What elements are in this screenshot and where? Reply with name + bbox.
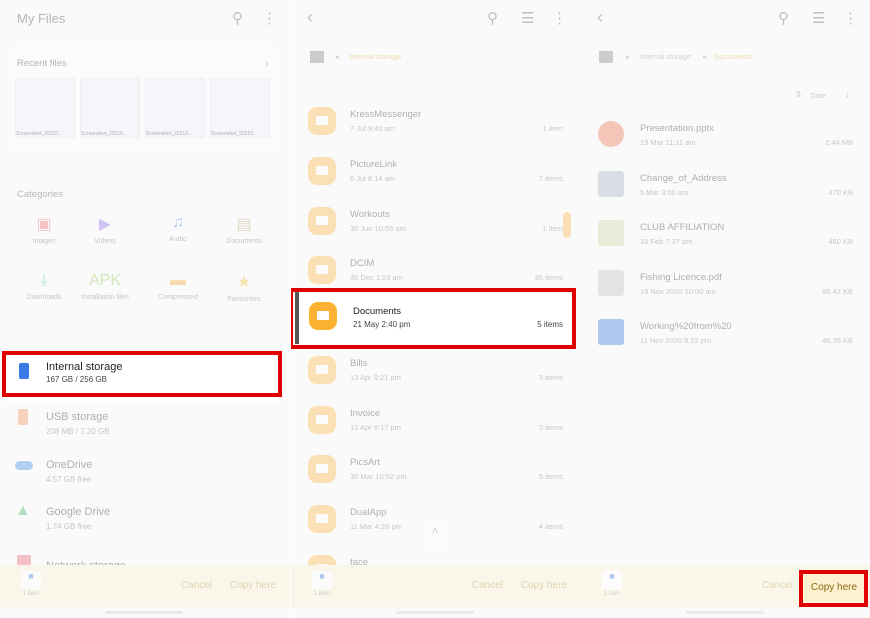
copy-here-button[interactable]: Copy here [230, 580, 276, 591]
folder-icon [308, 356, 336, 384]
breadcrumb-internal-storage[interactable]: Internal storage [639, 52, 691, 61]
folder-row[interactable]: KressMessenger 7 Jul 9:40 am 1 item [291, 101, 581, 151]
file-thumbnail-icon [598, 319, 624, 345]
more-icon[interactable]: ⋮ [552, 9, 567, 27]
recent-thumb[interactable]: Screenshot_20210... [15, 78, 75, 138]
internal-storage-panel: ‹ ⚲ ☰ ⋮ ▸ Internal storage KressMessenge… [291, 0, 581, 618]
folder-icon [308, 455, 336, 483]
my-files-panel: My Files ⚲ ⋮ Recent files › Screenshot_2… [0, 0, 290, 618]
list-view-icon[interactable]: ☰ [812, 9, 825, 27]
storage-usb[interactable]: USB storage 208 MB / 7.20 GB [0, 403, 290, 451]
documents-panel: ‹ ⚲ ☰ ⋮ ▸ Internal storage ▸ Documents ⇅… [581, 0, 870, 618]
list-view-icon[interactable]: ☰ [521, 9, 534, 27]
recent-thumb[interactable]: Screenshot_20210... [80, 78, 140, 138]
file-icon: ■ [602, 571, 622, 589]
folder-row[interactable]: PicsArt 30 Mar 10:52 pm 5 items [291, 449, 581, 499]
document-icon: ▤ [236, 216, 252, 233]
more-icon[interactable]: ⋮ [262, 9, 277, 27]
storage-google-drive[interactable]: ▲ Google Drive 1.74 GB free [0, 498, 290, 546]
category-item[interactable]: ♫ Audio [148, 214, 208, 243]
highlight-box [799, 570, 868, 607]
cancel-button[interactable]: Cancel [181, 580, 212, 591]
sort-by-date[interactable]: Date [810, 91, 826, 100]
more-icon[interactable]: ⋮ [843, 9, 858, 27]
search-icon[interactable]: ⚲ [487, 9, 498, 27]
back-icon[interactable]: ‹ [307, 7, 313, 28]
categories-label: Categories [17, 189, 63, 200]
category-item[interactable]: ▬ Compressed [148, 272, 208, 301]
file-row[interactable]: Change_of_Address 5 Mar 3:00 am 470 KB [581, 165, 870, 215]
chevron-right-icon[interactable]: › [265, 56, 269, 70]
file-thumbnail-icon [598, 220, 624, 246]
folder-icon [308, 256, 336, 284]
folder-row[interactable]: PictureLink 6 Jul 8:14 am 7 items [291, 151, 581, 201]
recent-files-label: Recent files [17, 58, 67, 69]
file-row[interactable]: Fishing Licence.pdf 19 Nov 2020 10:00 am 6… [581, 264, 870, 314]
folder-row[interactable]: Bills 13 Apr 9:21 pm 3 items [291, 350, 581, 400]
bottom-bar: ■ 1 item Cancel Copy here [0, 565, 290, 607]
scroll-top-button[interactable]: ˄ [423, 524, 447, 548]
category-item[interactable]: ▶ Videos [75, 214, 135, 245]
sort-direction-icon[interactable]: ↓ [845, 89, 850, 100]
file-row[interactable]: CLUB AFFILIATION 18 Feb 7:37 pm 460 KB [581, 214, 870, 264]
home-icon[interactable] [310, 51, 324, 63]
apk-icon: APK [88, 272, 121, 289]
breadcrumb-documents[interactable]: Documents [714, 52, 752, 61]
image-icon: ▣ [36, 216, 52, 233]
download-icon: ⤓ [40, 272, 48, 289]
cancel-button[interactable]: Cancel [762, 580, 793, 591]
category-item[interactable]: ⤓ Downloads [14, 272, 74, 301]
network-icon [17, 555, 31, 565]
home-icon[interactable] [599, 51, 613, 63]
folder-icon [308, 207, 336, 235]
file-row[interactable]: Presentation.pptx 19 Mar 11:11 am 2.44 MB [581, 115, 870, 165]
search-icon[interactable]: ⚲ [778, 9, 789, 27]
cloud-icon [15, 461, 33, 470]
compressed-icon: ▬ [170, 272, 186, 289]
folder-row[interactable]: Workouts 30 Jun 10:55 am 1 item [291, 201, 581, 251]
file-icon: ■ [312, 571, 332, 589]
home-indicator [105, 611, 183, 614]
sort-icon[interactable]: ⇅ [795, 90, 802, 99]
home-indicator [686, 611, 764, 614]
usb-icon [18, 409, 28, 425]
breadcrumb-internal-storage[interactable]: Internal storage [349, 52, 401, 61]
folder-icon [308, 157, 336, 185]
audio-icon: ♫ [172, 214, 184, 231]
scrollbar[interactable] [563, 212, 571, 238]
storage-onedrive[interactable]: OneDrive 4.57 GB free [0, 451, 290, 499]
recent-thumb[interactable]: Screenshot_20210... [210, 78, 270, 138]
file-row[interactable]: Working%20from%20 11 Nov 2020 9:22 pm 46.3… [581, 313, 870, 363]
recent-files-card[interactable]: Recent files › Screenshot_20210... Scree… [10, 46, 275, 150]
folder-icon [308, 406, 336, 434]
category-item[interactable]: ★ Favourites [214, 272, 274, 303]
search-icon[interactable]: ⚲ [232, 9, 243, 27]
folder-icon [308, 107, 336, 135]
cancel-button[interactable]: Cancel [472, 580, 503, 591]
google-drive-icon: ▲ [15, 502, 31, 519]
copy-here-button[interactable]: Copy here [521, 580, 567, 591]
file-icon: ■ [21, 571, 41, 589]
folder-row[interactable]: Invoice 13 Apr 9:17 pm 3 items [291, 400, 581, 450]
folder-icon [308, 505, 336, 533]
home-indicator [396, 611, 474, 614]
file-thumbnail-icon [598, 269, 624, 296]
category-item[interactable]: ▣ Images [14, 214, 74, 245]
recent-thumb[interactable]: Screenshot_20210... [145, 78, 205, 138]
back-icon[interactable]: ‹ [597, 7, 603, 28]
star-icon: ★ [236, 274, 252, 291]
file-thumbnail-icon [598, 170, 624, 197]
category-item[interactable]: ▤ Documents [214, 214, 274, 245]
category-item[interactable]: APK Installation files [75, 272, 135, 301]
page-title: My Files [17, 11, 66, 26]
video-icon: ▶ [98, 216, 112, 233]
file-thumbnail-icon [598, 121, 624, 147]
bottom-bar: ■ 1 item Cancel Copy here [291, 565, 581, 607]
highlight-box [291, 288, 576, 349]
highlight-box [2, 351, 282, 397]
